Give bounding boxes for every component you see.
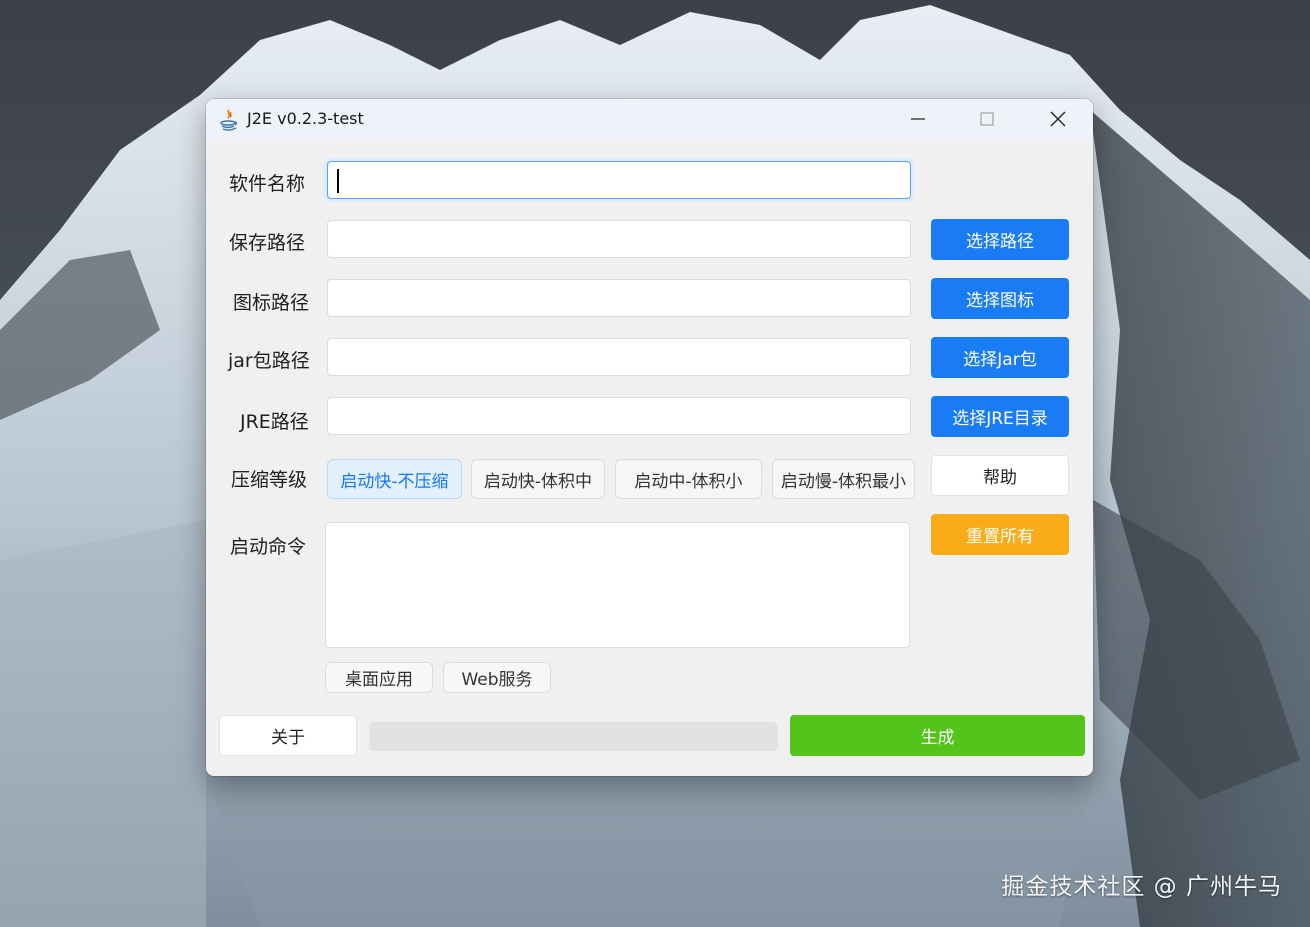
startup-command-label: 启动命令	[230, 536, 307, 558]
jre-path-label: JRE路径	[240, 411, 309, 433]
compression-option-fast-medium[interactable]: 启动快-体积中	[471, 459, 605, 499]
progress-bar	[369, 722, 778, 751]
minimize-button[interactable]	[884, 99, 952, 139]
software-name-label: 软件名称	[229, 173, 306, 195]
compression-option-slow-smallest[interactable]: 启动慢-体积最小	[772, 459, 915, 499]
app-window: J2E v0.2.3-test 软件名称 保存路径 选择路径 图标路径 选择图标…	[206, 99, 1093, 776]
icon-path-label: 图标路径	[233, 292, 310, 314]
jar-path-input[interactable]	[327, 338, 911, 376]
software-name-input[interactable]	[327, 161, 911, 199]
compression-option-medium-small[interactable]: 启动中-体积小	[615, 459, 762, 499]
reset-all-button[interactable]: 重置所有	[931, 514, 1069, 555]
preset-desktop-app[interactable]: 桌面应用	[325, 662, 433, 693]
choose-icon-button[interactable]: 选择图标	[931, 278, 1069, 319]
help-button[interactable]: 帮助	[931, 455, 1069, 496]
window-title: J2E v0.2.3-test	[247, 109, 364, 128]
save-path-label: 保存路径	[229, 232, 306, 254]
icon-path-input[interactable]	[327, 279, 911, 317]
jar-path-label: jar包路径	[228, 350, 310, 372]
compression-option-fast-uncompressed[interactable]: 启动快-不压缩	[327, 459, 462, 499]
compression-label: 压缩等级	[231, 469, 308, 491]
title-bar[interactable]: J2E v0.2.3-test	[206, 99, 1093, 139]
generate-button[interactable]: 生成	[790, 715, 1085, 756]
startup-command-textarea[interactable]	[325, 522, 910, 648]
preset-web-service[interactable]: Web服务	[443, 662, 551, 693]
choose-jre-button[interactable]: 选择JRE目录	[931, 396, 1069, 437]
about-button[interactable]: 关于	[219, 715, 357, 756]
save-path-input[interactable]	[327, 220, 911, 258]
minimize-icon	[911, 118, 925, 120]
watermark: 掘金技术社区 @ 广州牛马	[1001, 874, 1282, 900]
maximize-icon	[980, 112, 994, 126]
close-icon	[1050, 111, 1066, 127]
text-caret	[337, 169, 339, 193]
maximize-button[interactable]	[953, 99, 1021, 139]
close-button[interactable]	[1024, 99, 1092, 139]
jre-path-input[interactable]	[327, 397, 911, 435]
java-icon	[218, 108, 240, 132]
choose-jar-button[interactable]: 选择Jar包	[931, 337, 1069, 378]
choose-path-button[interactable]: 选择路径	[931, 219, 1069, 260]
